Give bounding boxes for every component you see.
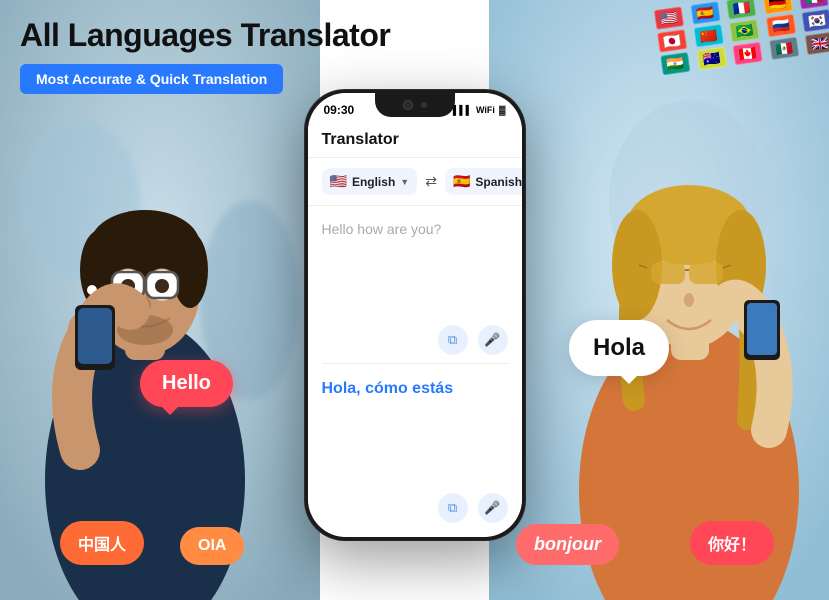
mic-target-icon: 🎤: [484, 500, 500, 516]
bubble-nihao: 你好！: [690, 521, 774, 565]
status-icons: ▌▌▌ WiFi ▓: [453, 105, 506, 115]
mic-source-btn[interactable]: 🎤: [478, 325, 508, 355]
translation-area: Hello how are you? ⧉ 🎤 Hola, cómo estás …: [308, 206, 522, 537]
flag-item: 🇩🇪: [762, 0, 793, 15]
copy-target-btn[interactable]: ⧉: [438, 493, 468, 523]
flag-item: 🇮🇳: [660, 52, 691, 76]
flag-item: 🇪🇸: [690, 1, 721, 25]
notch-camera: [403, 100, 413, 110]
flag-item: 🇨🇦: [733, 42, 764, 66]
wifi-icon: WiFi: [476, 105, 495, 115]
header: All Languages Translator Most Accurate &…: [20, 16, 390, 94]
flag-item: 🇨🇳: [693, 24, 724, 48]
flag-item: 🇷🇺: [766, 14, 797, 38]
flag-item: 🇮🇹: [799, 0, 829, 10]
target-flag: 🇪🇸: [453, 173, 470, 190]
status-time: 09:30: [324, 103, 355, 117]
notch-speaker: [421, 102, 427, 108]
signal-icon: ▌▌▌: [453, 105, 472, 115]
swap-languages-btn[interactable]: ⇄: [425, 173, 437, 190]
flags-corner: 🇺🇸🇪🇸🇫🇷 🇩🇪 🇮🇹 🇯🇵🇨🇳🇧🇷🇷🇺🇰🇷 🇮🇳🇦🇺🇨🇦🇲🇽🇬🇧: [629, 0, 829, 120]
copy-icon: ⧉: [448, 332, 457, 348]
phone-notch: [375, 93, 455, 117]
flag-item: 🇲🇽: [769, 37, 800, 61]
flag-grid: 🇺🇸🇪🇸🇫🇷 🇩🇪 🇮🇹 🇯🇵🇨🇳🇧🇷🇷🇺🇰🇷 🇮🇳🇦🇺🇨🇦🇲🇽🇬🇧: [642, 0, 829, 87]
source-text-display[interactable]: Hello how are you?: [322, 220, 508, 317]
flag-item: 🇬🇧: [805, 31, 829, 55]
phone-screen: 09:30 ▌▌▌ WiFi ▓ Translator 🇺🇸 English ▼…: [308, 93, 522, 537]
source-flag: 🇺🇸: [330, 173, 347, 190]
source-language-name: English: [352, 175, 395, 189]
target-language-name: Spanish: [475, 175, 521, 189]
bubble-chinese: 中国人: [60, 521, 144, 565]
source-language-btn[interactable]: 🇺🇸 English ▼: [322, 168, 418, 195]
copy-source-btn[interactable]: ⧉: [438, 325, 468, 355]
flag-item: 🇫🇷: [726, 0, 757, 20]
language-selector: 🇺🇸 English ▼ ⇄ 🇪🇸 Spanish ▼: [308, 158, 522, 206]
flag-item: 🇺🇸: [654, 6, 685, 30]
flag-item: 🇦🇺: [696, 47, 727, 71]
subtitle-badge: Most Accurate & Quick Translation: [20, 64, 283, 94]
flag-item: 🇧🇷: [729, 19, 760, 43]
flag-item: 🇯🇵: [657, 29, 688, 53]
mic-icon: 🎤: [484, 332, 500, 348]
bubble-bonjour: bonjour: [516, 524, 619, 565]
target-action-buttons: ⧉ 🎤: [322, 485, 508, 523]
translator-title: Translator: [322, 131, 399, 148]
source-dropdown-arrow: ▼: [400, 177, 409, 187]
target-language-btn[interactable]: 🇪🇸 Spanish ▼: [445, 168, 522, 195]
source-action-buttons: ⧉ 🎤: [322, 317, 508, 364]
flag-item: 🇰🇷: [802, 9, 829, 33]
copy-target-icon: ⧉: [448, 500, 457, 516]
mic-target-btn[interactable]: 🎤: [478, 493, 508, 523]
page-title: All Languages Translator: [20, 16, 390, 54]
phone-mockup: 09:30 ▌▌▌ WiFi ▓ Translator 🇺🇸 English ▼…: [305, 90, 525, 540]
app-header-bar: Translator: [308, 123, 522, 158]
bubble-hola: Hola: [569, 320, 669, 376]
battery-icon: ▓: [499, 105, 506, 115]
bubble-hello: Hello: [140, 360, 233, 407]
phone-body: 09:30 ▌▌▌ WiFi ▓ Translator 🇺🇸 English ▼…: [305, 90, 525, 540]
bubble-oia: OIA: [180, 527, 244, 565]
translated-text-display: Hola, cómo estás: [322, 364, 508, 485]
